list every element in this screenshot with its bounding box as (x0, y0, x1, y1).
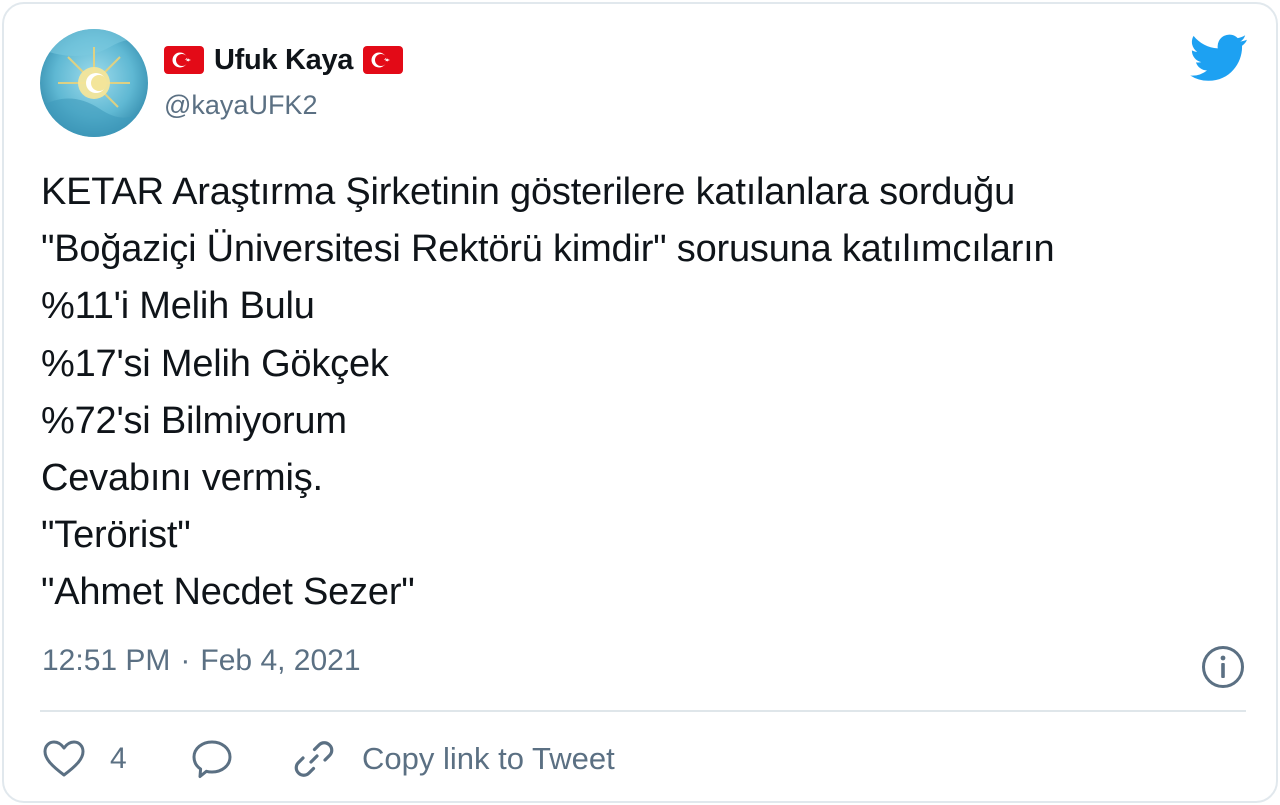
turkey-flag-icon (363, 46, 404, 74)
tweet-text-line: "Terörist" (41, 514, 191, 557)
reply-icon (192, 740, 232, 778)
tweet-text-line: "Boğaziçi Üniversitesi Rektörü kimdir" s… (41, 228, 1055, 271)
divider (40, 710, 1246, 712)
tweet-text-line: %72'si Bilmiyorum (41, 399, 347, 442)
reply-button[interactable] (190, 734, 234, 784)
name-row[interactable]: Ufuk Kaya (164, 40, 404, 80)
copy-link-label[interactable]: Copy link to Tweet (362, 741, 615, 777)
display-name[interactable]: Ufuk Kaya (214, 44, 353, 77)
tweet-text-line: %11'i Melih Bulu (41, 285, 315, 328)
turkey-flag-icon (164, 46, 204, 74)
meta-separator: · (180, 644, 191, 677)
tweet-card: Ufuk Kaya @kayaUFK2 KETAR Araştırma Şirk… (2, 2, 1278, 803)
action-bar: 4 Copy link to Tweet (42, 734, 1242, 784)
avatar-image (40, 29, 148, 137)
avatar[interactable] (40, 29, 148, 137)
like-button[interactable] (42, 734, 86, 784)
twitter-bird-icon[interactable] (1190, 34, 1248, 82)
tweet-timestamp[interactable]: 12:51 PM · Feb 4, 2021 (42, 644, 361, 678)
tweet-text-line: Cevabını vermiş. (41, 457, 323, 500)
tweet-text-line: %17'si Melih Gökçek (41, 342, 389, 385)
like-count: 4 (110, 742, 127, 775)
tweet-text-line: "Ahmet Necdet Sezer" (41, 571, 415, 614)
heart-icon (43, 740, 85, 777)
user-handle[interactable]: @kayaUFK2 (164, 90, 317, 121)
tweet-time[interactable]: 12:51 PM (42, 644, 170, 678)
info-icon[interactable] (1200, 644, 1246, 690)
tweet-text: KETAR Araştırma Şirketinin gösterilere k… (41, 164, 1261, 622)
copy-link-button[interactable]: Copy link to Tweet (292, 734, 615, 784)
tweet-text-line: KETAR Araştırma Şirketinin gösterilere k… (41, 171, 1016, 213)
tweet-date[interactable]: Feb 4, 2021 (200, 644, 360, 678)
link-icon (294, 741, 334, 777)
